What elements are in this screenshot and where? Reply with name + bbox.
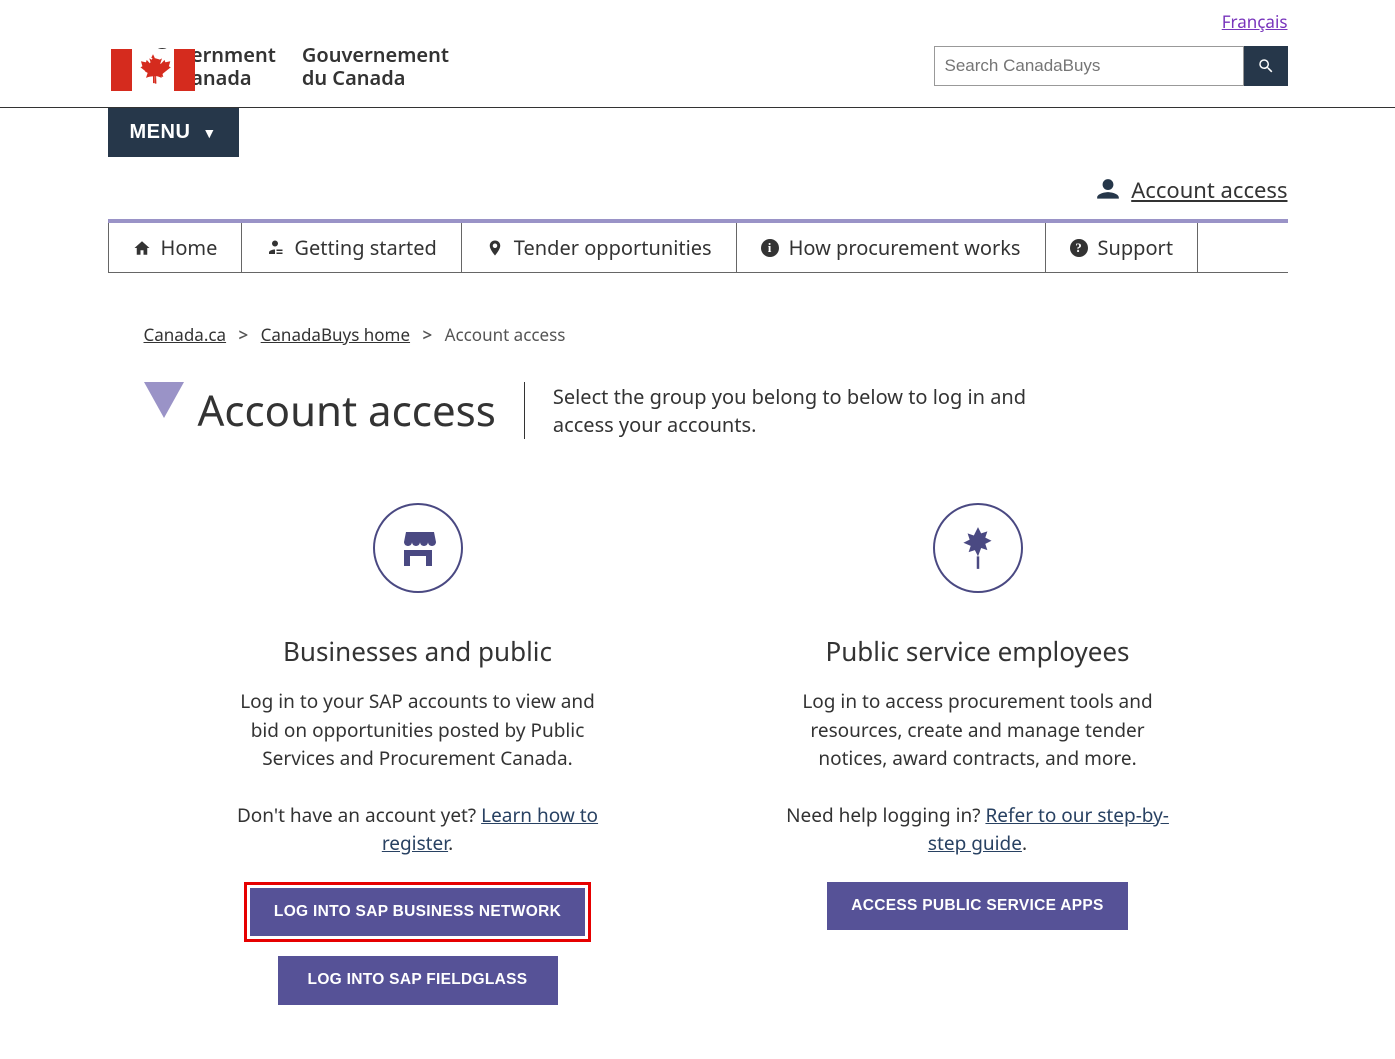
tab-getting-started[interactable]: Getting started: [242, 223, 461, 272]
info-icon: i: [761, 239, 779, 257]
goc-signature: Government of Canada Gouvernement du Can…: [108, 43, 450, 89]
title-wedge-icon: [144, 382, 184, 418]
search-button[interactable]: [1244, 46, 1288, 86]
page-title: Account access: [198, 382, 496, 439]
user-icon: [1095, 177, 1121, 203]
main-nav: Home Getting started Tender opportunitie…: [108, 219, 1288, 273]
highlighted-button-frame: LOG INTO SAP BUSINESS NETWORK: [244, 882, 591, 943]
help-pre: Need help logging in?: [786, 802, 985, 828]
breadcrumb: Canada.ca > CanadaBuys home > Account ac…: [108, 273, 1288, 346]
search-form: [934, 46, 1288, 86]
chevron-down-icon: ▼: [202, 125, 216, 141]
menu-label: MENU: [130, 121, 191, 144]
home-icon: [133, 239, 151, 257]
help-post: .: [1022, 830, 1027, 856]
login-sap-business-button[interactable]: LOG INTO SAP BUSINESS NETWORK: [250, 888, 585, 937]
help-icon: ?: [1070, 239, 1088, 257]
card-description: Log in to your SAP accounts to view and …: [218, 687, 618, 773]
canada-flag-icon: [108, 49, 142, 83]
goc-fr-1: Gouvernement: [302, 43, 449, 66]
maple-leaf-icon: [933, 503, 1023, 593]
card-public-service: Public service employees Log in to acces…: [778, 503, 1178, 1019]
tag-icon: [486, 239, 504, 257]
login-sap-fieldglass-button[interactable]: LOG INTO SAP FIELDGLASS: [278, 956, 558, 1005]
card-help: Don't have an account yet? Learn how to …: [218, 801, 618, 858]
crumb-current: Account access: [445, 323, 566, 346]
menu-button[interactable]: MENU ▼: [108, 108, 239, 157]
card-description: Log in to access procurement tools and r…: [778, 687, 1178, 773]
tab-tender-opportunities[interactable]: Tender opportunities: [462, 223, 737, 272]
help-pre: Don't have an account yet?: [237, 802, 481, 828]
card-businesses: Businesses and public Log in to your SAP…: [218, 503, 618, 1019]
account-access-link[interactable]: Account access: [1131, 175, 1287, 205]
goc-fr-2: du Canada: [302, 66, 449, 89]
tab-label: Getting started: [294, 234, 436, 261]
access-public-service-apps-button[interactable]: ACCESS PUBLIC SERVICE APPS: [827, 882, 1127, 931]
tab-support[interactable]: ? Support: [1046, 223, 1199, 272]
page-subtitle: Select the group you belong to below to …: [553, 383, 1073, 439]
card-help: Need help logging in? Refer to our step-…: [778, 801, 1178, 858]
crumb-canada[interactable]: Canada.ca: [144, 323, 227, 346]
search-icon: [1257, 57, 1275, 75]
language-toggle[interactable]: Français: [1222, 10, 1288, 33]
store-icon: [373, 503, 463, 593]
crumb-sep: >: [239, 323, 249, 346]
card-title: Public service employees: [778, 633, 1178, 669]
tab-label: Tender opportunities: [514, 234, 712, 261]
tab-label: Support: [1098, 234, 1174, 261]
crumb-cbhome[interactable]: CanadaBuys home: [261, 323, 410, 346]
getting-started-icon: [266, 239, 284, 257]
tab-how-procurement-works[interactable]: i How procurement works: [737, 223, 1046, 272]
tab-label: Home: [161, 234, 218, 261]
search-input[interactable]: [934, 46, 1244, 86]
card-title: Businesses and public: [218, 633, 618, 669]
tab-home[interactable]: Home: [108, 223, 243, 272]
crumb-sep: >: [422, 323, 432, 346]
help-post: .: [448, 830, 453, 856]
tab-label: How procurement works: [789, 234, 1021, 261]
